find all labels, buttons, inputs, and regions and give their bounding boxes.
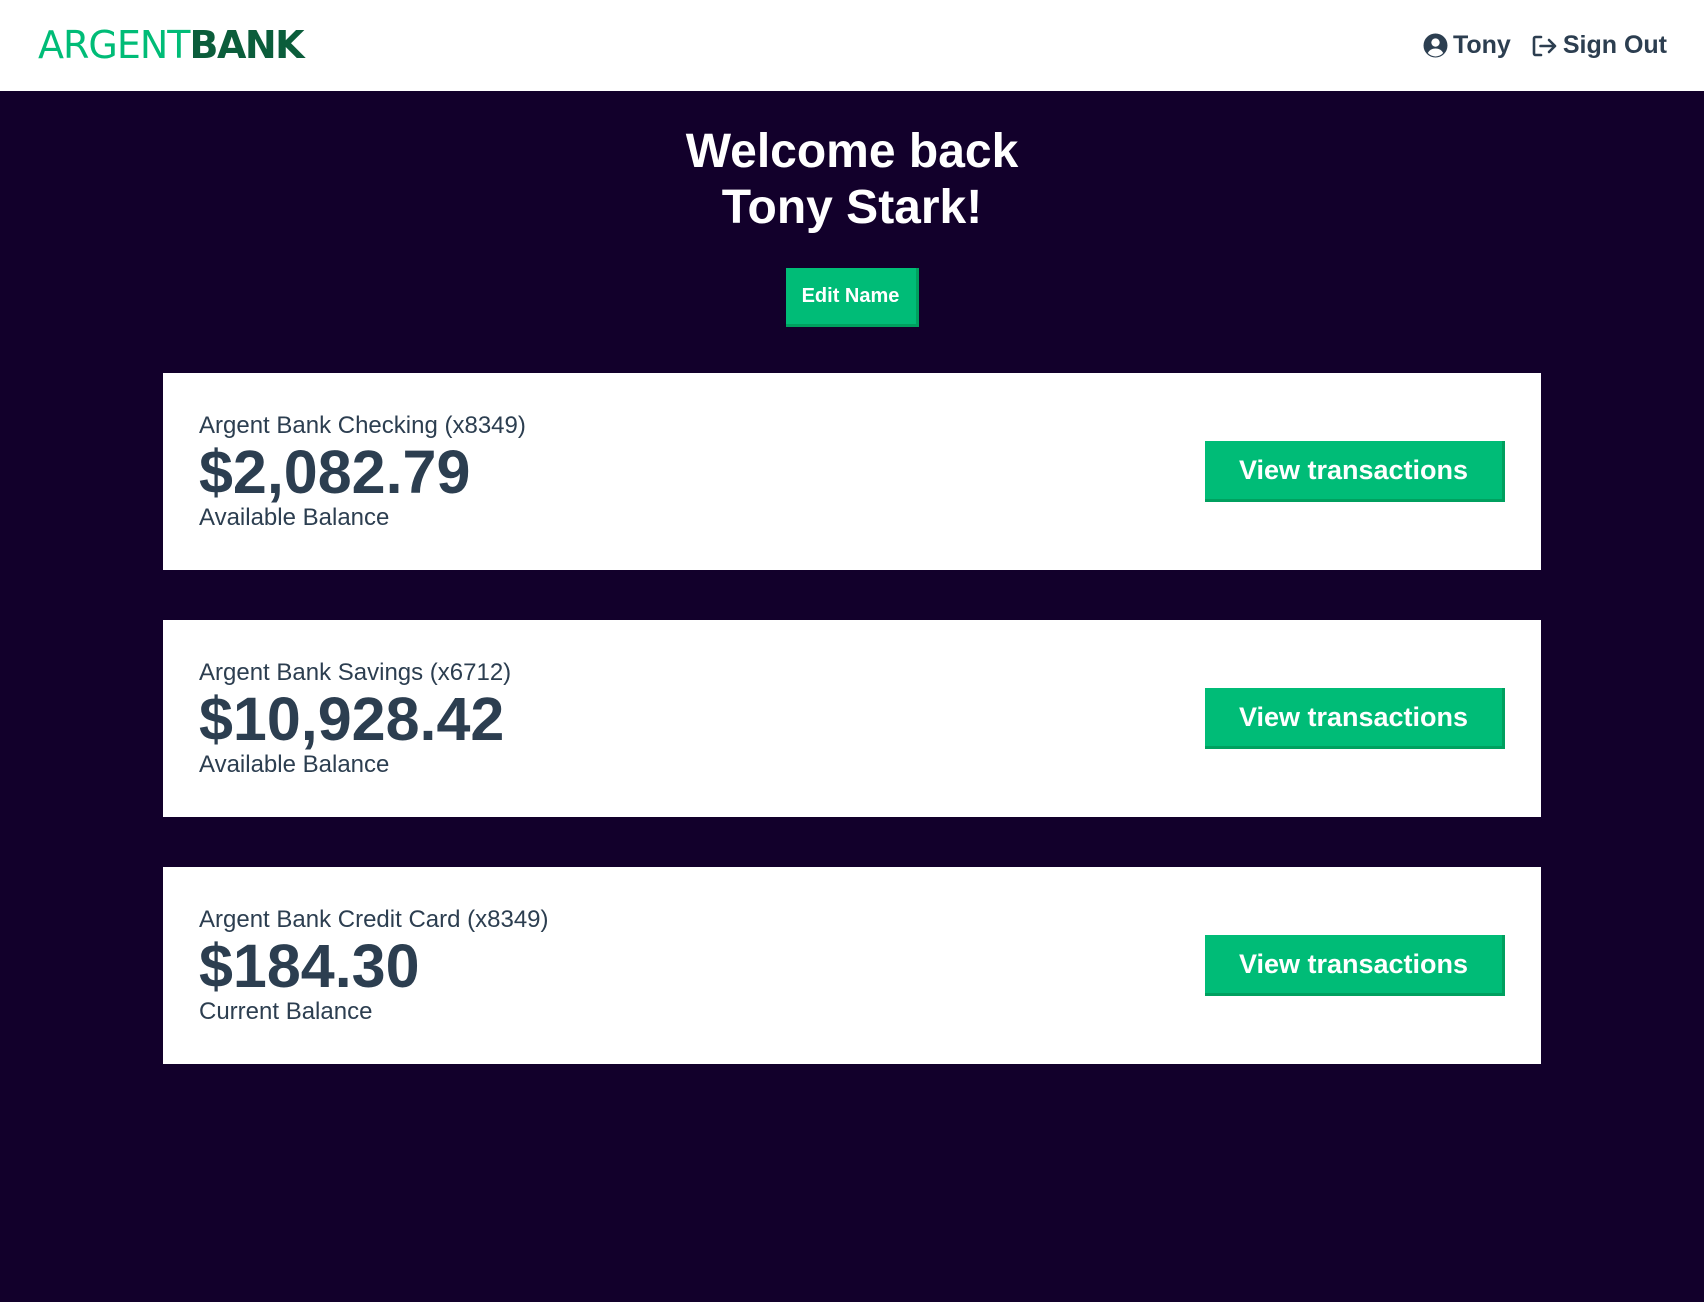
account-title: Argent Bank Credit Card (x8349)	[199, 905, 549, 933]
welcome-line-2: Tony Stark!	[721, 181, 983, 234]
sign-out-label: Sign Out	[1562, 31, 1667, 59]
accounts-list: Argent Bank Checking (x8349) $2,082.79 A…	[163, 373, 1541, 1114]
nav-links: Tony Sign Out	[1423, 31, 1667, 60]
account-info: Argent Bank Checking (x8349) $2,082.79 A…	[199, 412, 526, 532]
account-title: Argent Bank Checking (x8349)	[199, 411, 526, 439]
user-name-label: Tony	[1452, 31, 1511, 59]
account-title: Argent Bank Savings (x6712)	[199, 658, 512, 686]
account-amount: $2,082.79	[199, 437, 471, 506]
account-card-credit-card: Argent Bank Credit Card (x8349) $184.30 …	[163, 867, 1541, 1064]
account-amount: $10,928.42	[199, 684, 505, 753]
main-content: Welcome back Tony Stark! Edit Name Argen…	[0, 91, 1704, 1302]
welcome-header: Welcome back Tony Stark! Edit Name	[0, 91, 1704, 327]
account-balance-label: Available Balance	[199, 503, 390, 531]
top-navigation: ARGENT BANK Tony Sign Out	[0, 0, 1704, 91]
user-circle-icon	[1423, 33, 1448, 58]
logo-text-bank: BANK	[189, 22, 305, 67]
welcome-title: Welcome back Tony Stark!	[0, 124, 1704, 236]
welcome-line-1: Welcome back	[685, 125, 1019, 178]
view-transactions-button[interactable]: View transactions	[1205, 688, 1505, 749]
account-card-checking: Argent Bank Checking (x8349) $2,082.79 A…	[163, 373, 1541, 570]
view-transactions-button[interactable]: View transactions	[1205, 935, 1505, 996]
account-amount: $184.30	[199, 931, 420, 1000]
account-balance-label: Current Balance	[199, 997, 373, 1025]
sign-out-icon	[1531, 34, 1558, 58]
edit-name-button[interactable]: Edit Name	[785, 268, 919, 327]
view-transactions-button[interactable]: View transactions	[1205, 441, 1505, 502]
sign-out-link[interactable]: Sign Out	[1531, 31, 1667, 60]
argent-bank-logo[interactable]: ARGENT BANK	[38, 22, 305, 67]
account-info: Argent Bank Savings (x6712) $10,928.42 A…	[199, 659, 511, 779]
logo-text-argent: ARGENT	[38, 22, 190, 67]
user-profile-link[interactable]: Tony	[1423, 31, 1511, 60]
account-info: Argent Bank Credit Card (x8349) $184.30 …	[199, 906, 549, 1026]
account-balance-label: Available Balance	[199, 750, 390, 778]
account-card-savings: Argent Bank Savings (x6712) $10,928.42 A…	[163, 620, 1541, 817]
